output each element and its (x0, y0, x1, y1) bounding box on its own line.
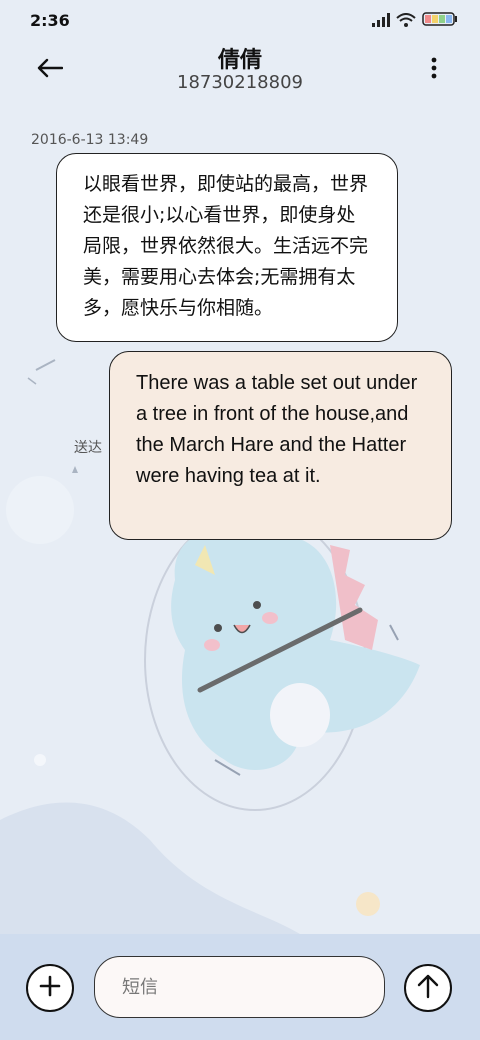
conversation-header: 倩倩 18730218809 (0, 40, 480, 100)
contact-name: 倩倩 (217, 48, 262, 73)
add-attachment-button[interactable] (26, 964, 74, 1012)
send-button[interactable] (404, 964, 452, 1012)
incoming-message-bubble[interactable]: 以眼看世界，即使站的最高，世界还是很小;以心看世界，即使身处局限，世界依然很大。… (56, 153, 398, 342)
message-timestamp: 2016-6-13 13:49 (31, 132, 149, 148)
more-vertical-icon (431, 57, 437, 83)
contact-number: 18730218809 (177, 72, 303, 93)
sms-input[interactable] (94, 956, 385, 1018)
status-bar: 2:36 (0, 0, 480, 40)
outgoing-message-text: There was a table set out under a tree i… (136, 372, 418, 487)
arrow-up-icon (416, 973, 440, 1003)
composer-bar (0, 934, 480, 1040)
battery-icon (422, 11, 458, 31)
incoming-message-text: 以眼看世界，即使站的最高，世界还是很小;以心看世界，即使身处局限，世界依然很大。… (83, 173, 369, 319)
more-options-button[interactable] (422, 52, 446, 88)
status-icons (372, 11, 458, 31)
delivery-status: 送达 (74, 440, 102, 456)
plus-icon (38, 974, 62, 1002)
status-time: 2:36 (30, 11, 70, 30)
wifi-icon (396, 12, 416, 31)
outgoing-message-bubble[interactable]: There was a table set out under a tree i… (109, 351, 452, 540)
signal-icon (372, 12, 390, 31)
